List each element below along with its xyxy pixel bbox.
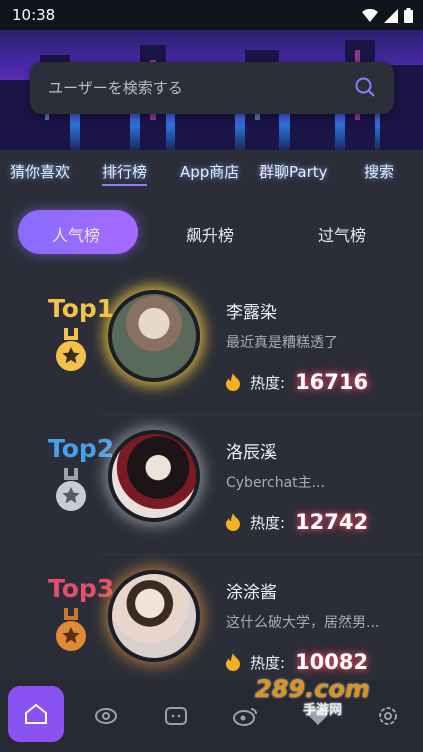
segment-popular[interactable]: 人气榜 [52,222,100,246]
avatar[interactable] [108,430,200,522]
fire-icon [226,653,240,671]
heat-value: 10082 [295,650,369,674]
nav-discover[interactable] [82,692,130,740]
status-icons [362,8,413,23]
signal-icon [384,8,398,23]
status-bar: 10:38 [0,0,423,30]
user-name: 涂涂酱 [226,583,277,603]
row-divider [100,554,423,555]
rank-label: Top3 [48,574,115,603]
ranking-row-1[interactable]: Top1 李露染 最近真是糟糕透了 热度: 16716 [0,284,423,424]
row-divider [100,414,423,415]
user-name: 洛辰溪 [226,443,277,463]
segment-rising[interactable]: 飙升榜 [186,222,234,246]
search-icon[interactable] [354,76,376,98]
tab-search[interactable]: 搜索 [364,161,394,182]
nav-home[interactable] [8,686,64,742]
heat-row: 热度: 12742 [226,510,368,534]
segment-declining[interactable]: 过气榜 [318,222,366,246]
fire-icon [226,513,240,531]
search-box[interactable]: ユーザーを検索する [30,62,394,114]
user-description: 最近真是糟糕透了 [226,335,338,351]
status-time: 10:38 [12,6,56,24]
heat-value: 12742 [295,510,369,534]
tab-group-party[interactable]: 群聊Party [259,161,328,182]
tab-guess[interactable]: 猜你喜欢 [10,161,70,182]
silver-medal-icon [56,468,86,511]
heat-label: 热度: [250,373,286,392]
user-name: 李露染 [226,303,277,323]
tab-app-store[interactable]: App商店 [180,161,239,182]
heat-row: 热度: 10082 [226,650,368,674]
gold-medal-icon [56,328,86,371]
user-description: 这什么破大学，居然男... [226,615,380,631]
heat-label: 热度: [250,513,286,532]
nav-chat[interactable] [152,692,200,740]
top-tabs: 猜你喜欢 排行榜 App商店 群聊Party 搜索 [0,150,423,198]
watermark-logo: 289.com 手游网 [255,675,370,718]
rank-label: Top2 [48,434,115,463]
bronze-medal-icon [56,608,86,651]
nav-settings[interactable] [364,692,412,740]
heat-label: 热度: [250,653,286,672]
avatar[interactable] [108,570,200,662]
gear-icon [379,707,397,725]
tab-ranking[interactable]: 排行榜 [102,161,148,186]
eye-icon [95,708,117,724]
home-icon [25,703,47,724]
battery-icon [404,8,413,23]
rank-label: Top1 [48,294,115,323]
fire-icon [226,373,240,391]
chat-icon [165,707,187,725]
wifi-icon [362,9,378,22]
heat-row: 热度: 16716 [226,370,368,394]
user-description: Cyberchat主... [226,475,325,491]
ranking-segments: 人气榜 飙升榜 过气榜 [0,208,423,256]
search-placeholder: ユーザーを検索する [48,79,183,97]
heat-value: 16716 [295,370,369,394]
ranking-row-2[interactable]: Top2 洛辰溪 Cyberchat主... 热度: 12742 [0,424,423,564]
avatar[interactable] [108,290,200,382]
